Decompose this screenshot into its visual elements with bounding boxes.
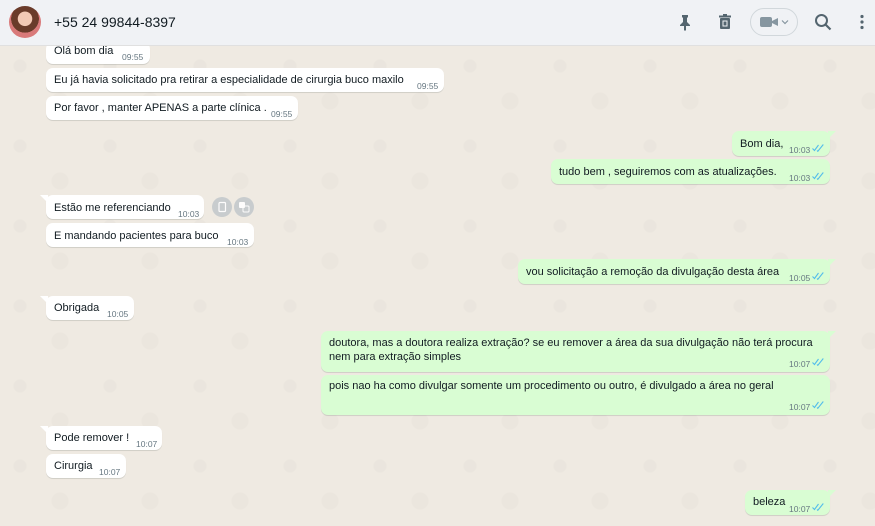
message-time: 10:07 [789, 504, 811, 514]
message-text: Por favor , manter APENAS a parte clínic… [54, 102, 267, 114]
message-time: 10:03 [178, 209, 200, 219]
message-time: 10:07 [789, 402, 811, 412]
message-outgoing[interactable]: beleza 10:07 [745, 490, 836, 515]
message-outgoing[interactable]: tudo bem , seguiremos com as atualizaçõe… [551, 159, 830, 184]
contact-name[interactable]: +55 24 99844-8397 [54, 14, 176, 30]
message-text: Eu já havia solicitado pra retirar a esp… [54, 74, 404, 86]
video-call-icon [760, 17, 778, 27]
read-receipt-icon [812, 503, 825, 511]
message-time: 10:05 [107, 309, 129, 319]
message-text: tudo bem , seguiremos com as atualizaçõe… [559, 166, 777, 178]
message-incoming[interactable]: Obrigada 10:05 [40, 296, 134, 320]
message-text: pois nao ha como divulgar somente um pro… [329, 380, 774, 392]
copy-icon [218, 201, 227, 213]
message-time: 10:07 [136, 439, 158, 449]
message-text: Obrigada [54, 302, 100, 314]
search-icon[interactable] [813, 12, 833, 32]
message-outgoing[interactable]: vou solicitação a remoção da divulgação … [518, 259, 836, 284]
message-text: Olá bom dia [54, 46, 114, 57]
message-text: E mandando pacientes para buco [54, 230, 219, 242]
message-incoming[interactable]: Olá bom dia 09:55 [46, 46, 150, 64]
message-outgoing[interactable]: Bom dia, 10:03 [732, 131, 836, 156]
message-incoming[interactable]: E mandando pacientes para buco 10:03 [46, 223, 254, 247]
message-text: vou solicitação a remoção da divulgação … [526, 266, 780, 278]
message-text: Bom dia, [740, 138, 784, 150]
chevron-down-icon [781, 20, 789, 25]
translate-icon [239, 202, 250, 213]
read-receipt-icon [812, 144, 825, 152]
message-time: 09:55 [271, 109, 293, 119]
message-incoming[interactable]: Cirurgia 10:07 [46, 454, 126, 478]
forward-button[interactable] [212, 197, 232, 217]
message-text: Pode remover ! [54, 432, 130, 444]
message-outgoing[interactable]: doutora, mas a doutora realiza extração?… [321, 331, 836, 372]
message-list[interactable]: Olá bom dia 09:55 Eu já havia solicitado… [0, 46, 875, 526]
message-incoming[interactable]: Pode remover ! 10:07 [40, 426, 162, 450]
read-receipt-icon [812, 358, 825, 366]
message-time: 10:05 [789, 273, 811, 283]
message-time: 10:03 [789, 173, 811, 183]
message-incoming[interactable]: Por favor , manter APENAS a parte clínic… [46, 96, 298, 120]
message-text: Estão me referenciando [54, 202, 171, 214]
message-time: 10:03 [227, 237, 249, 247]
read-receipt-icon [812, 401, 825, 409]
message-time: 09:55 [122, 52, 144, 62]
translate-button[interactable] [234, 197, 254, 217]
trash-icon[interactable] [715, 12, 735, 32]
chat-header: +55 24 99844-8397 [0, 0, 875, 46]
message-time: 10:07 [99, 467, 121, 477]
message-text: beleza [753, 496, 786, 508]
message-incoming[interactable]: Estão me referenciando 10:03 [40, 195, 204, 219]
message-outgoing[interactable]: pois nao ha como divulgar somente um pro… [321, 375, 830, 415]
pin-icon[interactable] [675, 12, 695, 32]
message-time: 09:55 [417, 81, 439, 91]
message-time: 10:03 [789, 145, 811, 155]
message-text-line2: nem para extração simples [329, 351, 462, 363]
more-vertical-icon[interactable] [852, 12, 872, 32]
message-incoming[interactable]: Eu já havia solicitado pra retirar a esp… [46, 68, 444, 92]
read-receipt-icon [812, 172, 825, 180]
message-time: 10:07 [789, 359, 811, 369]
message-text: doutora, mas a doutora realiza extração?… [329, 337, 813, 349]
read-receipt-icon [812, 272, 825, 280]
message-text: Cirurgia [54, 460, 93, 472]
video-call-button[interactable] [750, 8, 798, 36]
contact-avatar[interactable] [9, 6, 41, 38]
